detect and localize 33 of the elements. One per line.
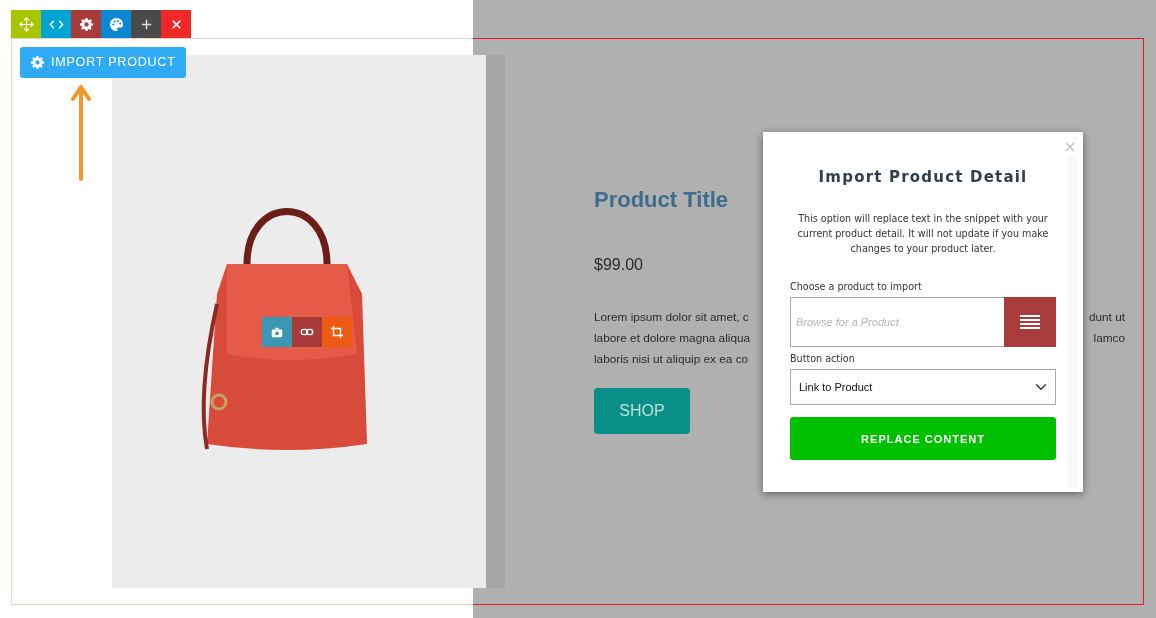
settings-icon [30, 54, 45, 70]
dialog-description: This option will replace text in the snippet with your current product detail. It will not update if you make changes to your product later. [796, 211, 1050, 256]
description-text: laboris nisi ut aliquip ex ea co [594, 352, 749, 367]
shop-button[interactable]: SHOP [594, 388, 690, 435]
dialog-title: Import Product Detail [817, 167, 1029, 188]
field-label: Choose a product to import [790, 279, 923, 294]
product-price: $99.00 [594, 255, 644, 276]
settings-button[interactable] [71, 10, 101, 38]
add-button[interactable] [131, 10, 161, 38]
move-icon [18, 16, 34, 32]
up-arrow-icon [70, 83, 92, 181]
list-button[interactable] [1004, 296, 1056, 347]
crop-icon [330, 325, 344, 339]
product-search-field[interactable]: Browse for a Product [790, 296, 1004, 347]
move-button[interactable] [11, 10, 41, 38]
palette-button[interactable] [101, 10, 131, 38]
description-text: labore et dolore magna aliqua [594, 331, 751, 346]
import-product-button[interactable]: IMPORT PRODUCT [20, 47, 186, 78]
link-button[interactable] [292, 317, 322, 347]
camera-button[interactable] [262, 317, 292, 347]
field-label: Button action [790, 351, 856, 366]
description-text: Lorem ipsum dolor sit amet, c [594, 310, 749, 325]
camera-icon [270, 325, 284, 339]
palette-icon [108, 16, 124, 32]
button-action-select[interactable]: Link to Product [790, 369, 1056, 406]
menu-icon [1020, 313, 1040, 330]
replace-content-button[interactable]: REPLACE CONTENT [790, 417, 1056, 461]
description-text: lamco [1093, 330, 1125, 348]
crop-button[interactable] [322, 317, 352, 347]
close-button[interactable] [161, 10, 191, 38]
settings-icon [78, 16, 94, 32]
product-title: Product Title [594, 187, 730, 214]
description-text: dunt ut [1088, 309, 1125, 327]
